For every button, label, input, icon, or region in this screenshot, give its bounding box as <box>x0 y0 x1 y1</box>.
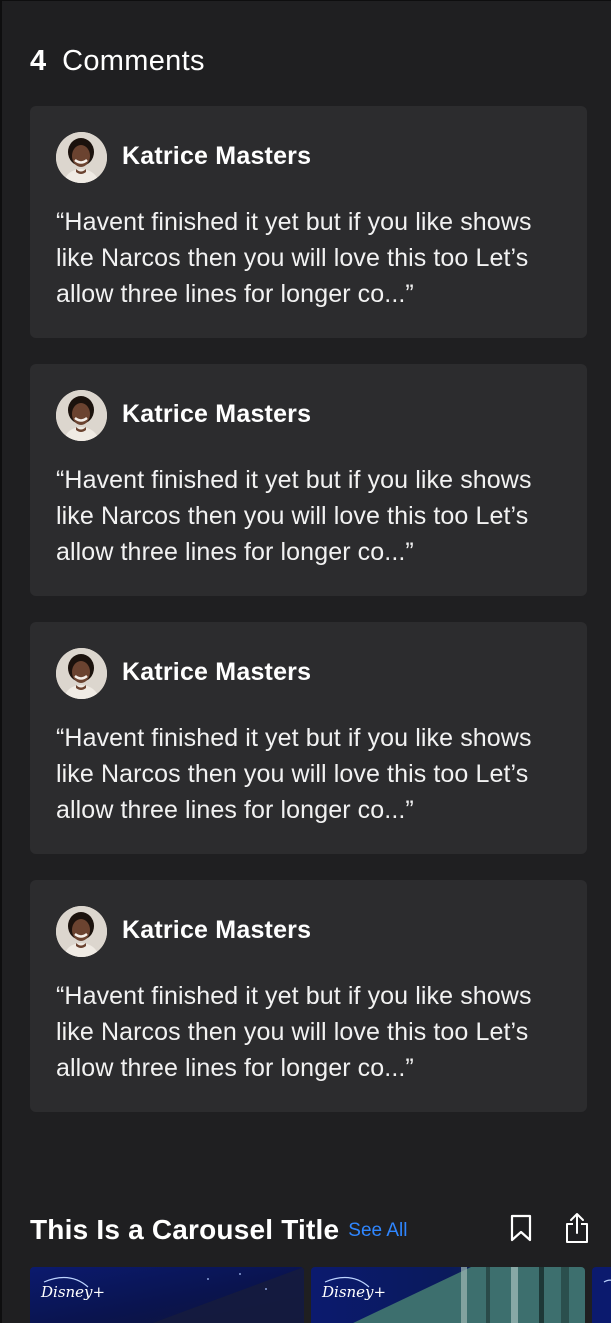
carousel-tile[interactable]: Disney+ <box>311 1267 585 1323</box>
avatar <box>56 906 107 957</box>
comment-text: “Havent finished it yet but if you like … <box>56 208 532 308</box>
comments-count: 4 <box>30 44 47 77</box>
share-icon <box>566 1213 588 1243</box>
bookmark-button[interactable] <box>508 1212 534 1244</box>
comments-title: Comments <box>62 44 205 77</box>
bookmark-icon <box>510 1214 532 1242</box>
disney-plus-logo: Disney+ <box>322 1283 387 1301</box>
comment-author: Katrice Masters <box>122 658 312 686</box>
comments-header: 4 Comments <box>30 41 205 81</box>
person-photo-icon <box>56 390 107 441</box>
comment-author: Katrice Masters <box>122 916 312 944</box>
comment-text: “Havent finished it yet but if you like … <box>56 466 532 566</box>
comment-card[interactable]: Katrice Masters “Havent finished it yet … <box>30 880 587 1112</box>
carousel-tile[interactable]: Disney+ <box>30 1267 304 1323</box>
person-photo-icon <box>56 648 107 699</box>
carousel-actions <box>508 1212 590 1244</box>
avatar <box>56 390 107 441</box>
avatar <box>56 648 107 699</box>
share-button[interactable] <box>564 1212 590 1244</box>
carousel-tile-partial[interactable] <box>592 1267 611 1323</box>
see-all-link[interactable]: See All <box>348 1220 407 1242</box>
avatar <box>56 132 107 183</box>
comment-card[interactable]: Katrice Masters “Havent finished it yet … <box>30 106 587 338</box>
comment-card[interactable]: Katrice Masters “Havent finished it yet … <box>30 622 587 854</box>
carousel-tiles: Disney+ Disney+ <box>30 1267 611 1323</box>
carousel-title: This Is a Carousel Title <box>30 1214 340 1245</box>
comment-author: Katrice Masters <box>122 400 312 428</box>
person-photo-icon <box>56 132 107 183</box>
comment-text: “Havent finished it yet but if you like … <box>56 724 532 824</box>
carousel-header: This Is a Carousel Title See All <box>30 1206 590 1254</box>
comments-screen: 4 Comments Katrice Masters “Havent finis… <box>0 0 611 1323</box>
comment-card[interactable]: Katrice Masters “Havent finished it yet … <box>30 364 587 596</box>
disney-plus-logo: Disney+ <box>41 1283 106 1301</box>
comment-text: “Havent finished it yet but if you like … <box>56 982 532 1082</box>
comment-author: Katrice Masters <box>122 142 312 170</box>
person-photo-icon <box>56 906 107 957</box>
tile-artwork <box>592 1267 611 1323</box>
